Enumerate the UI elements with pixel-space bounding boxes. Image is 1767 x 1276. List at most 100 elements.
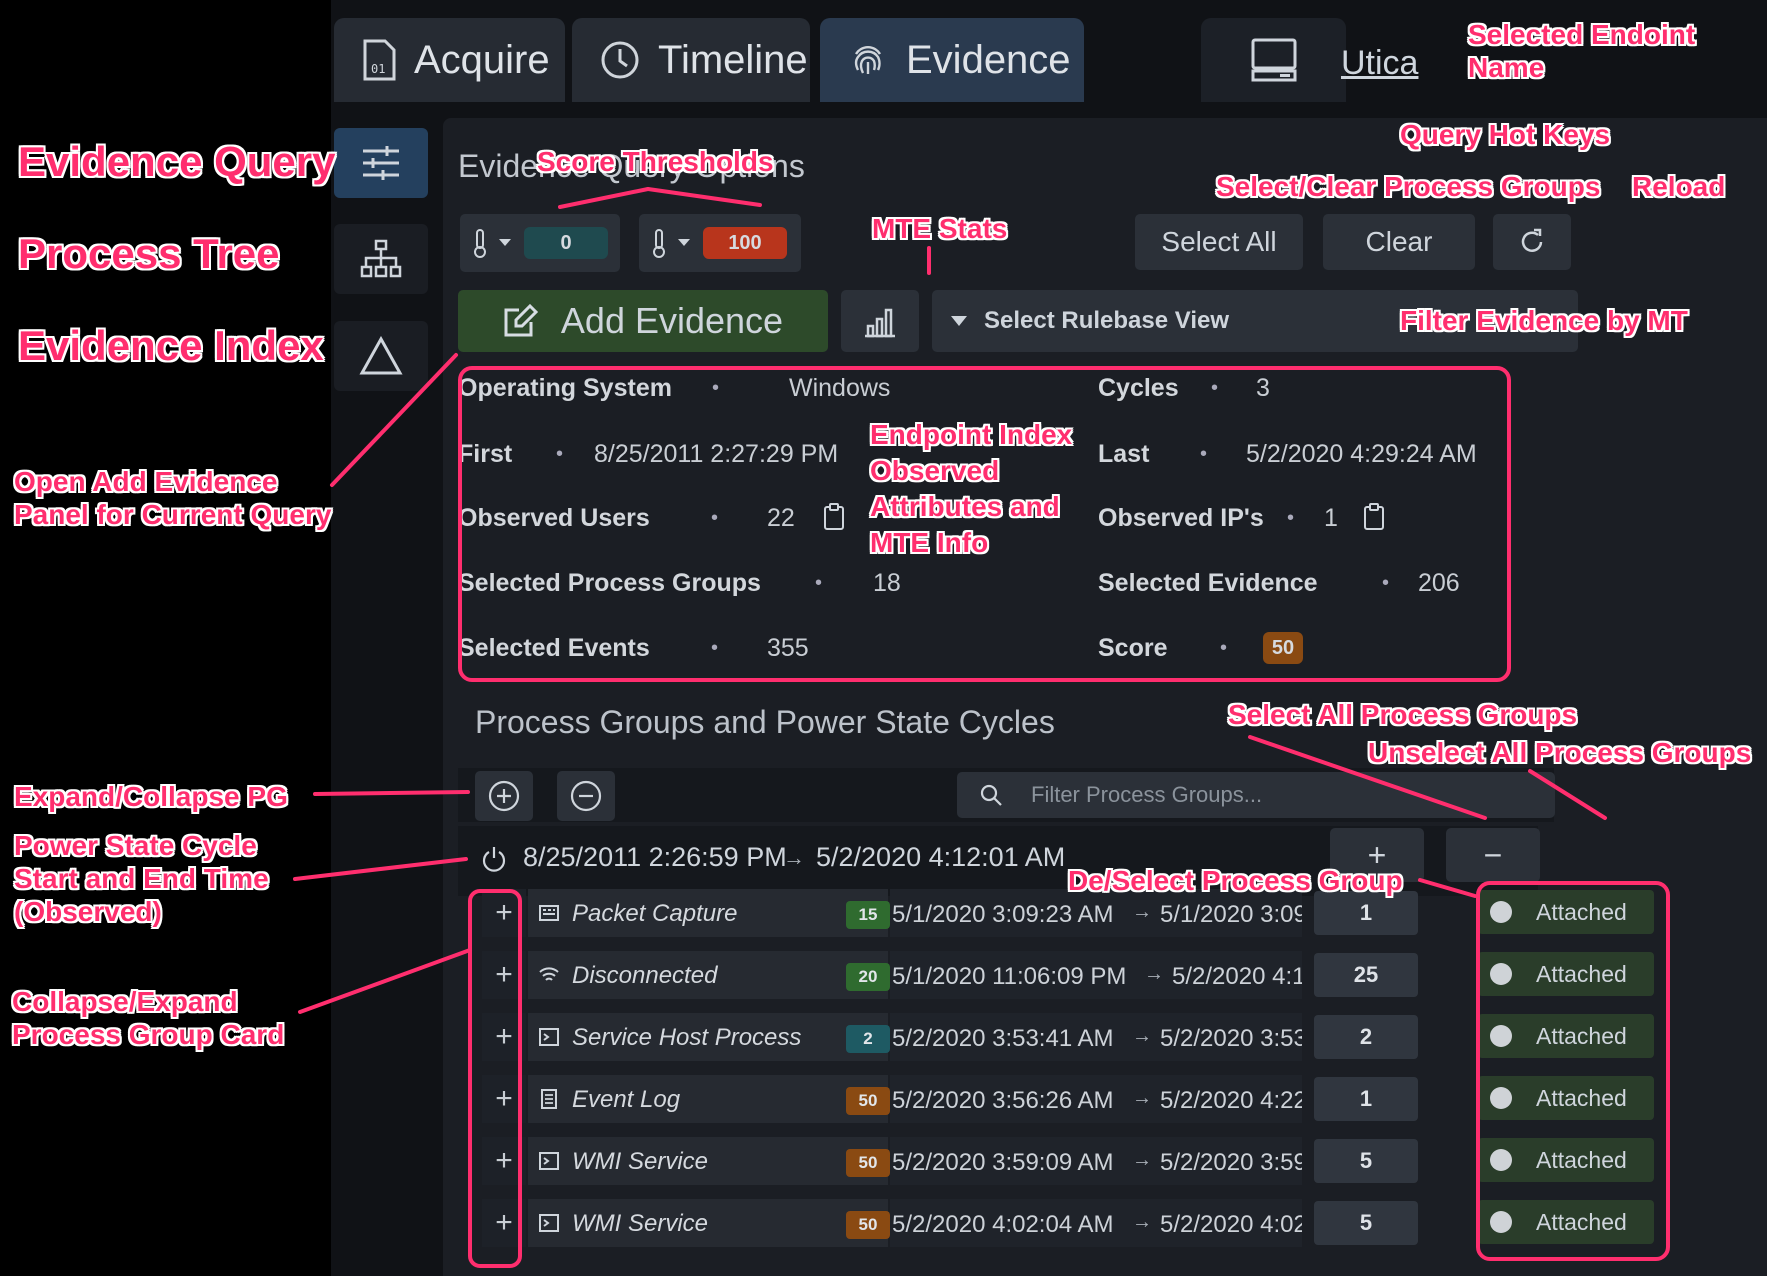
process-group-start-time: 5/2/2020 4:02:04 AM bbox=[892, 1211, 1114, 1238]
tab-evidence[interactable]: Evidence bbox=[820, 18, 1084, 102]
rulebase-view-label: Select Rulebase View bbox=[984, 307, 1230, 334]
tab-acquire-label: Acquire bbox=[414, 37, 550, 82]
arrow-right-icon: → bbox=[1132, 1149, 1152, 1171]
toggle-knob bbox=[1490, 901, 1512, 923]
expand-card-button[interactable]: + bbox=[482, 1199, 526, 1247]
select-all-button[interactable]: Select All bbox=[1135, 214, 1303, 270]
add-evidence-button[interactable]: Add Evidence bbox=[458, 290, 828, 352]
toggle-knob bbox=[1490, 1211, 1512, 1233]
bar-chart-icon bbox=[865, 308, 895, 338]
expand-card-button[interactable]: + bbox=[482, 951, 526, 999]
process-group-name-cell: Event Log 50 bbox=[528, 1075, 890, 1123]
attached-label: Attached bbox=[1536, 1209, 1627, 1235]
caret-down-icon bbox=[499, 239, 511, 246]
stat-process-groups-label: Selected Process Groups bbox=[458, 569, 761, 597]
clear-button[interactable]: Clear bbox=[1323, 214, 1475, 270]
min-score-value: 0 bbox=[524, 227, 608, 259]
expand-card-button[interactable]: + bbox=[482, 1137, 526, 1185]
process-group-row[interactable]: + Disconnected 20 5/1/2020 11:06:09 PM → 5/2/… bbox=[482, 951, 1672, 999]
process-group-row[interactable]: + WMI Service 50 5/2/2020 3:59:09 AM → 5/2/20… bbox=[482, 1137, 1672, 1185]
expand-card-button[interactable]: + bbox=[482, 1075, 526, 1123]
unselect-all-process-groups-button[interactable]: − bbox=[1446, 828, 1540, 882]
edit-icon bbox=[504, 303, 539, 337]
process-group-time-range: 5/1/2020 11:06:09 PM → 5/2/2020 4:1... bbox=[890, 951, 1302, 999]
reload-button[interactable] bbox=[1493, 214, 1571, 270]
endpoint-selector[interactable] bbox=[1201, 18, 1346, 102]
stat-evidence-label: Selected Evidence bbox=[1098, 569, 1318, 597]
process-group-start-time: 5/2/2020 3:56:26 AM bbox=[892, 1087, 1114, 1114]
collapse-all-button[interactable] bbox=[557, 771, 615, 821]
tab-timeline-label: Timeline bbox=[658, 37, 808, 82]
toggle-knob bbox=[1490, 1087, 1512, 1109]
terminal-icon bbox=[538, 1026, 560, 1048]
mte-stats-button[interactable] bbox=[841, 290, 919, 352]
process-group-end-time: 5/2/2020 4:02... bbox=[1160, 1211, 1302, 1238]
attached-toggle[interactable]: Attached bbox=[1478, 890, 1654, 934]
max-score-threshold[interactable]: 100 bbox=[639, 214, 801, 272]
add-evidence-label: Add Evidence bbox=[560, 300, 784, 341]
process-group-time-range: 5/2/2020 3:59:09 AM → 5/2/2020 3:59... bbox=[890, 1137, 1302, 1185]
process-group-count: 5 bbox=[1314, 1201, 1418, 1245]
stat-last-label: Last bbox=[1098, 440, 1150, 468]
process-group-score-badge: 15 bbox=[846, 901, 890, 929]
stat-cycles-label: Cycles bbox=[1098, 374, 1179, 402]
power-icon bbox=[482, 847, 506, 872]
arrow-right-icon: → bbox=[783, 845, 805, 870]
max-score-value: 100 bbox=[703, 227, 787, 259]
selected-endpoint-name[interactable]: Utica bbox=[1341, 44, 1418, 83]
attached-toggle[interactable]: Attached bbox=[1478, 952, 1654, 996]
side-nav-process-tree[interactable] bbox=[334, 224, 428, 294]
attached-toggle[interactable]: Attached bbox=[1478, 1200, 1654, 1244]
filter-process-groups[interactable]: Filter Process Groups... bbox=[957, 772, 1555, 818]
process-group-row[interactable]: + Event Log 50 5/2/2020 3:56:26 AM → 5/2/2020… bbox=[482, 1075, 1672, 1123]
terminal-icon bbox=[538, 1150, 560, 1172]
process-group-count: 1 bbox=[1314, 1077, 1418, 1121]
cycle-end-time: 5/2/2020 4:12:01 AM bbox=[816, 842, 1066, 872]
tab-acquire[interactable]: 01 Acquire bbox=[334, 18, 565, 102]
stat-separator: • bbox=[556, 443, 564, 465]
process-group-name-cell: WMI Service 50 bbox=[528, 1199, 890, 1247]
stat-separator: • bbox=[1211, 377, 1219, 399]
caret-down-icon bbox=[951, 316, 967, 326]
stat-first-value: 8/25/2011 2:27:29 PM bbox=[594, 440, 839, 468]
attached-toggle[interactable]: Attached bbox=[1478, 1014, 1654, 1058]
side-nav-evidence-query[interactable] bbox=[334, 128, 428, 198]
process-group-name: Disconnected bbox=[572, 962, 718, 989]
attached-toggle[interactable]: Attached bbox=[1478, 1138, 1654, 1182]
clipboard-icon[interactable] bbox=[823, 503, 845, 531]
terminal-icon bbox=[538, 1212, 560, 1234]
tab-timeline[interactable]: Timeline bbox=[572, 18, 810, 102]
attached-toggle[interactable]: Attached bbox=[1478, 1076, 1654, 1120]
process-group-score-badge: 2 bbox=[846, 1025, 890, 1053]
stat-os-value: Windows bbox=[789, 374, 891, 402]
process-group-score-badge: 20 bbox=[846, 963, 890, 991]
reload-icon bbox=[1521, 228, 1543, 252]
stat-users-label: Observed Users bbox=[458, 504, 650, 532]
filter-process-groups-placeholder: Filter Process Groups... bbox=[1031, 782, 1263, 807]
arrow-right-icon: → bbox=[1144, 963, 1164, 985]
expand-card-button[interactable]: + bbox=[482, 1013, 526, 1061]
expand-all-button[interactable] bbox=[475, 771, 533, 821]
side-nav-evidence-index[interactable] bbox=[334, 321, 428, 391]
min-score-threshold[interactable]: 0 bbox=[460, 214, 620, 272]
process-group-start-time: 5/2/2020 3:53:41 AM bbox=[892, 1025, 1114, 1052]
process-group-end-time: 5/2/2020 4:1... bbox=[1172, 963, 1302, 990]
stat-users-value: 22 bbox=[767, 504, 795, 532]
annotation-collapse-expand-card: Collapse/Expand Process Group Card bbox=[12, 986, 285, 1050]
network-card-icon bbox=[538, 902, 560, 924]
process-group-end-time: 5/2/2020 3:53... bbox=[1160, 1025, 1302, 1052]
stat-separator: • bbox=[711, 637, 719, 659]
annotation-open-add-evidence: Open Add Evidence Panel for Current Quer… bbox=[14, 466, 332, 530]
process-group-start-time: 5/1/2020 3:09:23 AM bbox=[892, 901, 1114, 928]
stat-score-badge: 50 bbox=[1263, 632, 1303, 664]
process-group-row[interactable]: + Service Host Process 2 5/2/2020 3:53:41 A… bbox=[482, 1013, 1672, 1061]
expand-card-button[interactable]: + bbox=[482, 889, 526, 937]
process-group-start-time: 5/2/2020 3:59:09 AM bbox=[892, 1149, 1114, 1176]
stat-separator: • bbox=[711, 507, 719, 529]
process-group-name: WMI Service bbox=[572, 1210, 709, 1237]
process-group-row[interactable]: + WMI Service 50 5/2/2020 4:02:04 AM → 5/2/20… bbox=[482, 1199, 1672, 1247]
wifi-icon bbox=[538, 964, 560, 986]
stat-separator: • bbox=[1382, 572, 1390, 594]
clipboard-icon[interactable] bbox=[1363, 503, 1385, 531]
process-group-name: Event Log bbox=[572, 1086, 681, 1113]
